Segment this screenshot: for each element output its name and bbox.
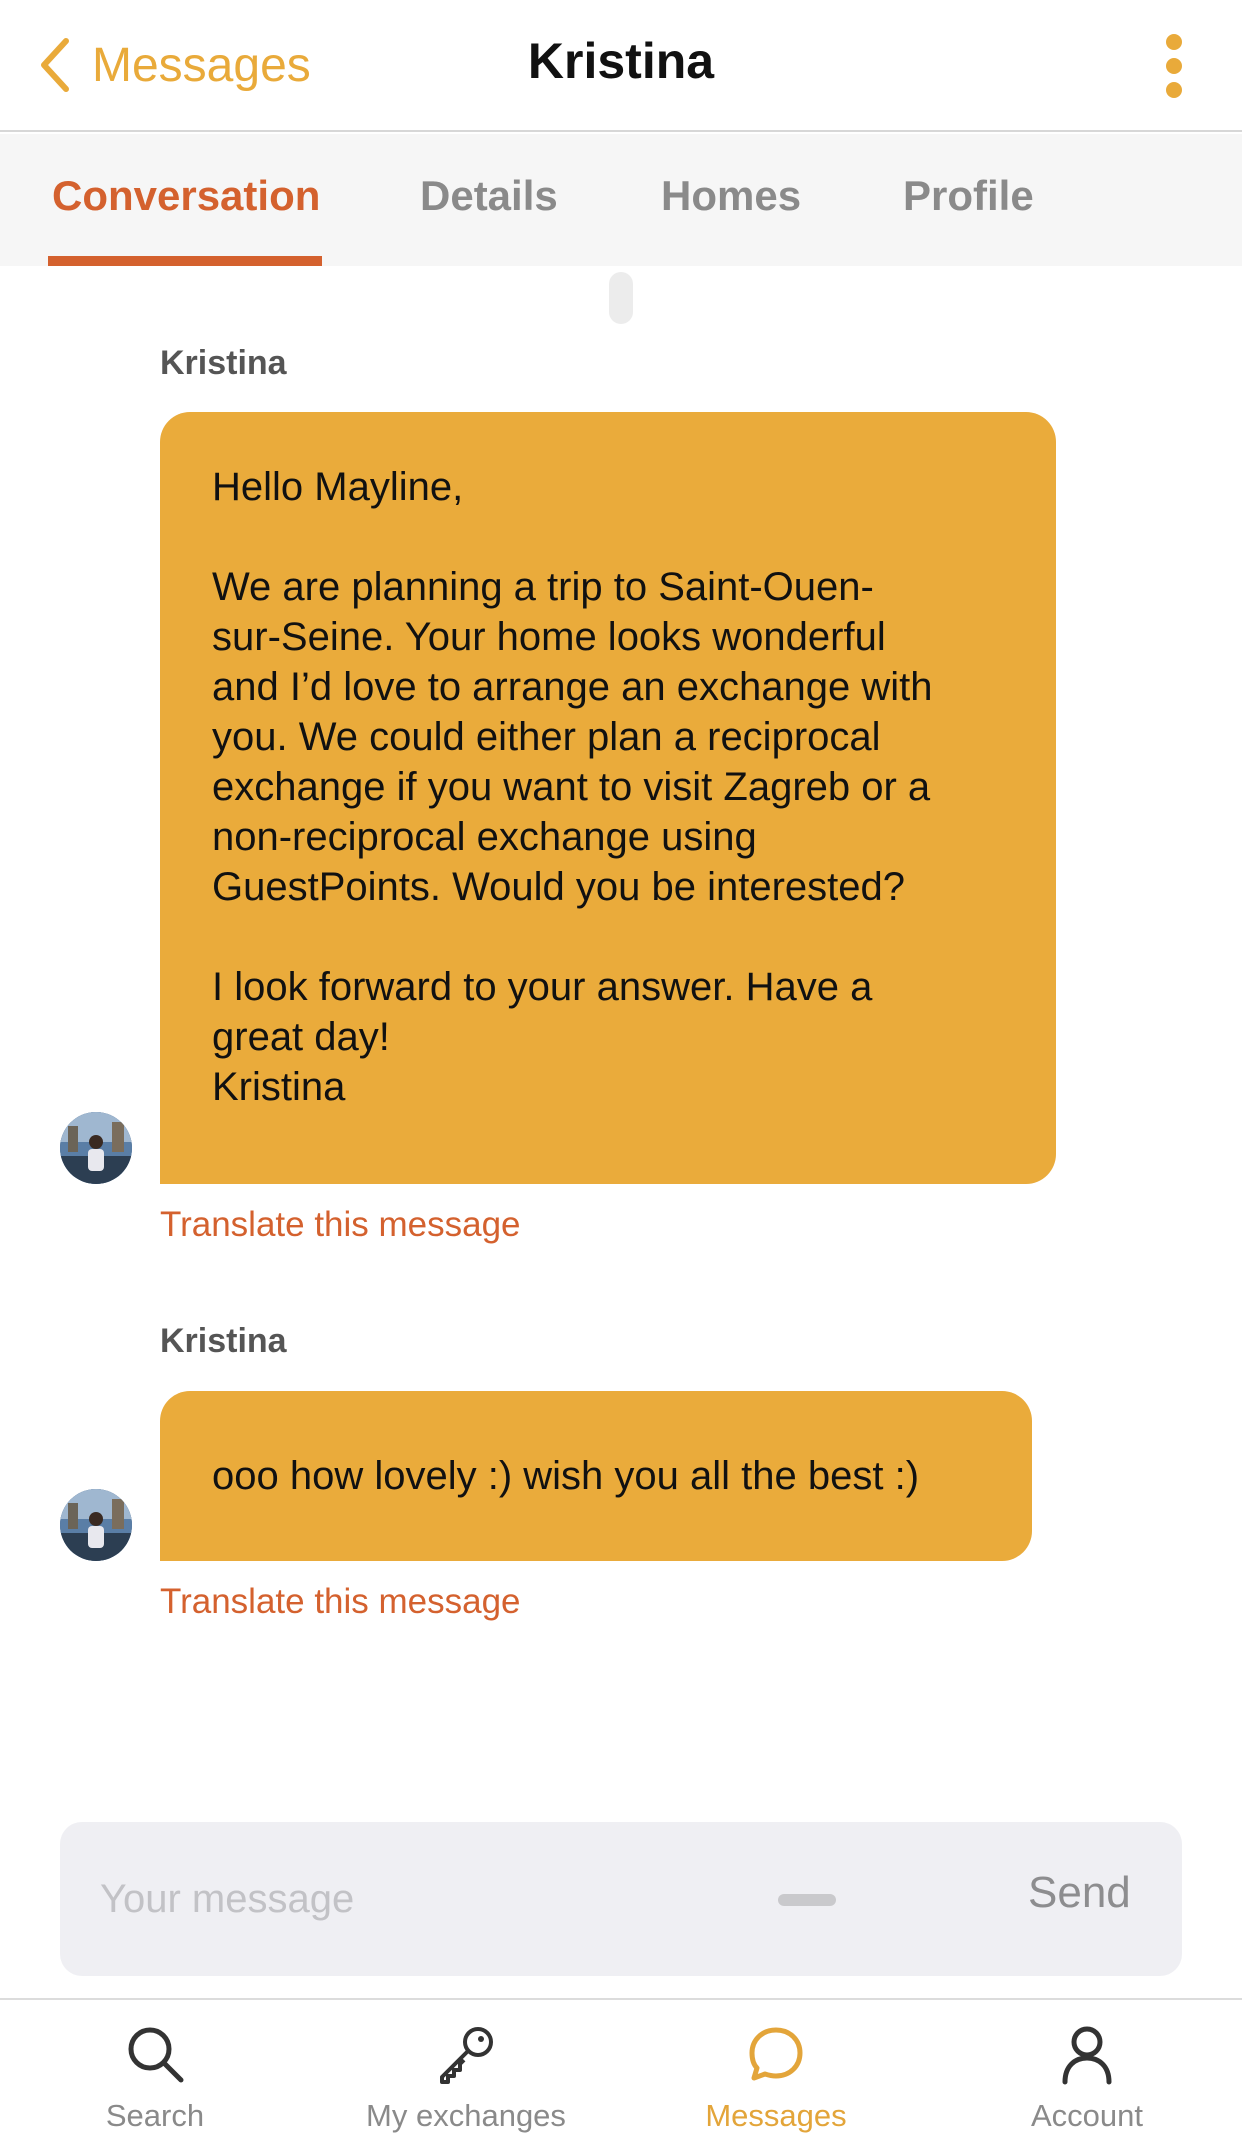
send-button[interactable]: Send — [1028, 1868, 1131, 1918]
nav-account[interactable]: Account — [957, 2022, 1217, 2134]
avatar-photo — [60, 1489, 132, 1561]
message-text: ooo how lovely :) wish you all the best … — [212, 1454, 920, 1498]
translate-message-link[interactable]: Translate this message — [160, 1582, 521, 1622]
message-text: We are planning a trip to Saint-Ouen- su… — [212, 565, 933, 909]
active-tab-indicator — [48, 256, 322, 266]
avatar[interactable] — [60, 1112, 132, 1184]
chat-bubble-icon — [749, 2027, 803, 2081]
nav-my-exchanges[interactable]: My exchanges — [336, 2022, 596, 2134]
bottom-navigation: Search My exchanges Messages Account — [0, 1998, 1242, 2147]
nav-search[interactable]: Search — [25, 2022, 285, 2134]
tab-homes[interactable]: Homes — [661, 172, 801, 220]
tab-bar: Conversation Details Homes Profile — [0, 134, 1242, 266]
avatar[interactable] — [60, 1489, 132, 1561]
nav-label: Messages — [705, 2098, 847, 2133]
search-icon — [128, 2027, 184, 2083]
tab-conversation[interactable]: Conversation — [52, 172, 320, 220]
message-bubble: ooo how lovely :) wish you all the best … — [160, 1391, 1032, 1561]
message-composer: Send — [60, 1822, 1182, 1976]
page-title: Kristina — [527, 33, 715, 89]
message-bubble: Hello Mayline, We are planning a trip to… — [160, 412, 1056, 1184]
nav-label: Search — [105, 2098, 205, 2133]
message-input[interactable] — [100, 1862, 780, 1936]
avatar-photo — [60, 1112, 132, 1184]
user-icon — [1062, 2026, 1112, 2085]
tab-profile[interactable]: Profile — [903, 172, 1034, 220]
message-text: Hello Mayline, — [212, 465, 464, 509]
message-text: I look forward to your answer. Have a gr… — [212, 965, 873, 1109]
more-options-button[interactable] — [1158, 34, 1190, 98]
nav-label: My exchanges — [366, 2098, 566, 2133]
drag-handle[interactable] — [778, 1894, 836, 1906]
nav-messages[interactable]: Messages — [646, 2022, 906, 2134]
key-icon — [440, 2027, 493, 2084]
tab-details[interactable]: Details — [420, 172, 558, 220]
message-sender: Kristina — [160, 344, 287, 382]
more-vertical-icon — [1166, 34, 1182, 50]
scroll-indicator — [609, 272, 633, 324]
nav-label: Account — [1030, 2098, 1143, 2133]
message-sender: Kristina — [160, 1322, 287, 1360]
top-bar: Messages Kristina — [0, 0, 1242, 132]
translate-message-link[interactable]: Translate this message — [160, 1205, 521, 1245]
